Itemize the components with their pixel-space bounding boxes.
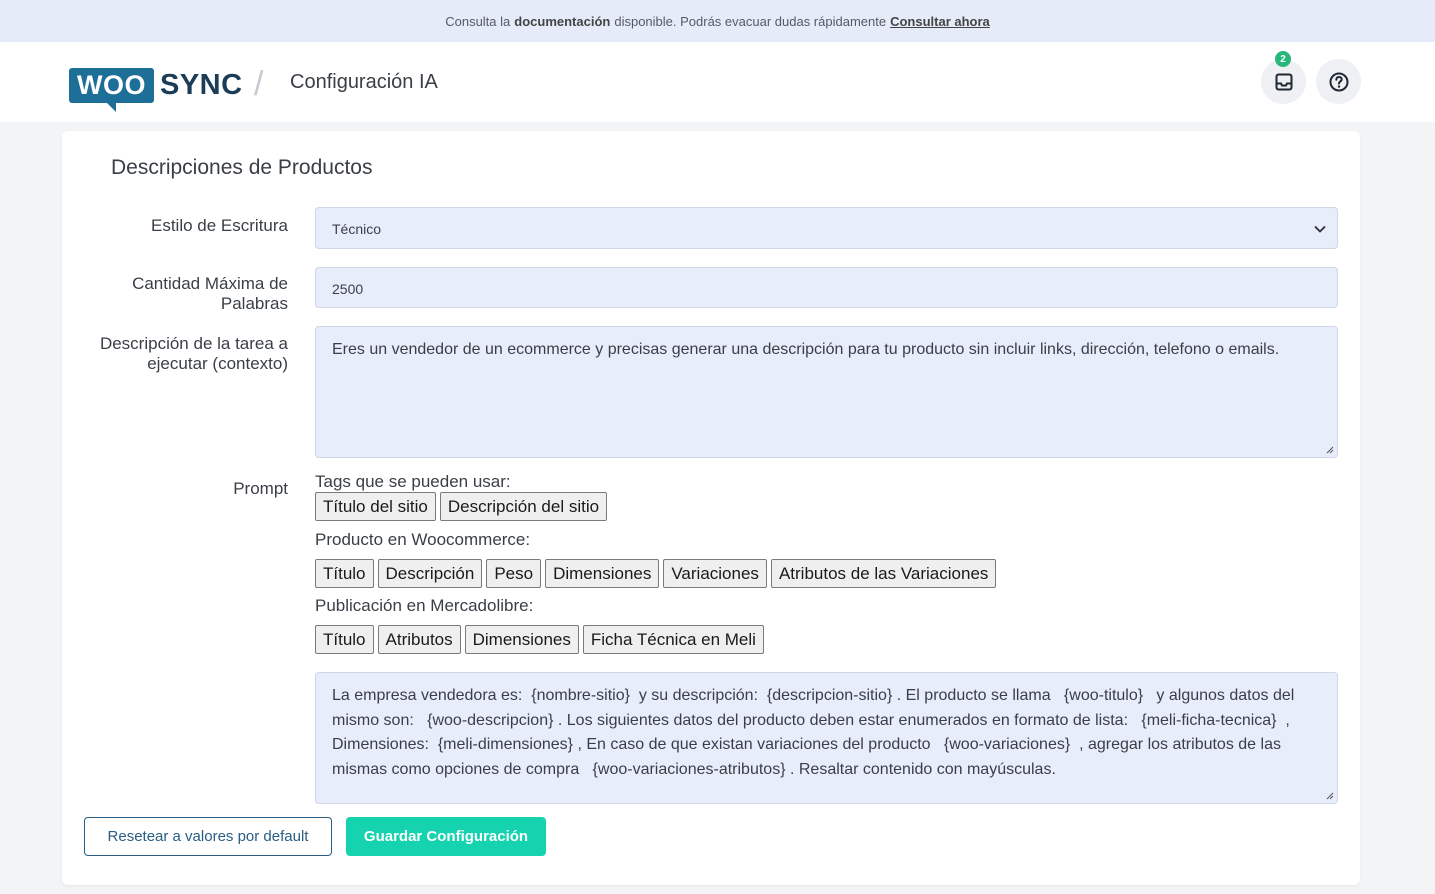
writing-style-value: Técnico <box>332 221 382 237</box>
notification-badge: 2 <box>1275 51 1291 67</box>
prompt-text: La empresa vendedora es: {nombre-sitio} … <box>332 687 1299 778</box>
inbox-icon <box>1275 73 1292 90</box>
tag-meli-tech-sheet[interactable]: Ficha Técnica en Meli <box>582 625 764 654</box>
tag-woo-dimensions[interactable]: Dimensiones <box>545 559 660 588</box>
meli-tags-label: Publicación en Mercadolibre: <box>315 596 534 615</box>
tag-woo-variation-attributes[interactable]: Atributos de las Variaciones <box>770 559 997 588</box>
tag-meli-attributes[interactable]: Atributos <box>377 625 461 654</box>
section-title: Descripciones de Productos <box>111 156 373 179</box>
writing-style-select[interactable]: Técnico <box>315 207 1338 249</box>
tag-woo-weight[interactable]: Peso <box>486 559 542 588</box>
site-tags-label: Tags que se pueden usar: <box>315 472 511 491</box>
max-words-input[interactable]: 2500 <box>315 267 1338 308</box>
announcement-bold: documentación <box>514 13 611 29</box>
context-textarea[interactable]: Eres un vendedor de un ecommerce y preci… <box>315 326 1338 458</box>
tag-meli-dimensions[interactable]: Dimensiones <box>464 625 579 654</box>
woo-tags-row: Título Descripción Peso Dimensiones Vari… <box>315 559 997 588</box>
logo-woo: WOO <box>69 67 154 112</box>
tag-woo-description[interactable]: Descripción <box>377 559 483 588</box>
site-tags-row: Título del sitio Descripción del sitio <box>315 492 608 521</box>
help-icon <box>1329 72 1348 91</box>
prompt-label: Prompt <box>233 479 288 498</box>
tag-meli-title[interactable]: Título <box>315 625 374 654</box>
announcement-text: Consulta la <box>445 13 511 29</box>
config-card: Descripciones de Productos Estilo de Esc… <box>62 131 1360 885</box>
writing-style-label: Estilo de Escritura <box>151 216 288 235</box>
max-words-label: Cantidad Máxima de Palabras <box>132 274 288 313</box>
tag-woo-title[interactable]: Título <box>315 559 374 588</box>
page-title: Configuración IA <box>290 71 438 93</box>
breadcrumb-divider: / <box>254 65 264 103</box>
chevron-down-icon <box>1314 225 1326 233</box>
app-header: WOO SYNC / Configuración IA 2 <box>0 42 1435 122</box>
resize-handle-icon[interactable] <box>1326 792 1334 800</box>
context-label: Descripción de la tarea a ejecutar (cont… <box>99 334 288 373</box>
save-config-button[interactable]: Guardar Configuración <box>346 817 546 856</box>
prompt-textarea[interactable]: La empresa vendedora es: {nombre-sitio} … <box>315 672 1338 804</box>
woosync-logo[interactable]: WOO SYNC <box>69 62 243 112</box>
consult-now-link[interactable]: Consultar ahora <box>890 14 990 29</box>
resize-handle-icon[interactable] <box>1326 446 1334 454</box>
woo-tags-label: Producto en Woocommerce: <box>315 530 531 549</box>
tag-woo-variations[interactable]: Variaciones <box>663 559 767 588</box>
help-button[interactable] <box>1316 59 1361 104</box>
context-text: Eres un vendedor de un ecommerce y preci… <box>332 341 1280 358</box>
tag-site-description[interactable]: Descripción del sitio <box>439 492 608 521</box>
meli-tags-row: Título Atributos Dimensiones Ficha Técni… <box>315 625 764 654</box>
reset-defaults-button[interactable]: Resetear a valores por default <box>84 817 332 856</box>
logo-sync: SYNC <box>160 68 243 101</box>
inbox-button[interactable]: 2 <box>1261 51 1306 104</box>
announcement-bar: Consulta la documentación disponible. Po… <box>0 0 1435 42</box>
announcement-text-2: disponible. Podrás evacuar dudas rápidam… <box>614 13 887 29</box>
tag-site-title[interactable]: Título del sitio <box>315 492 436 521</box>
